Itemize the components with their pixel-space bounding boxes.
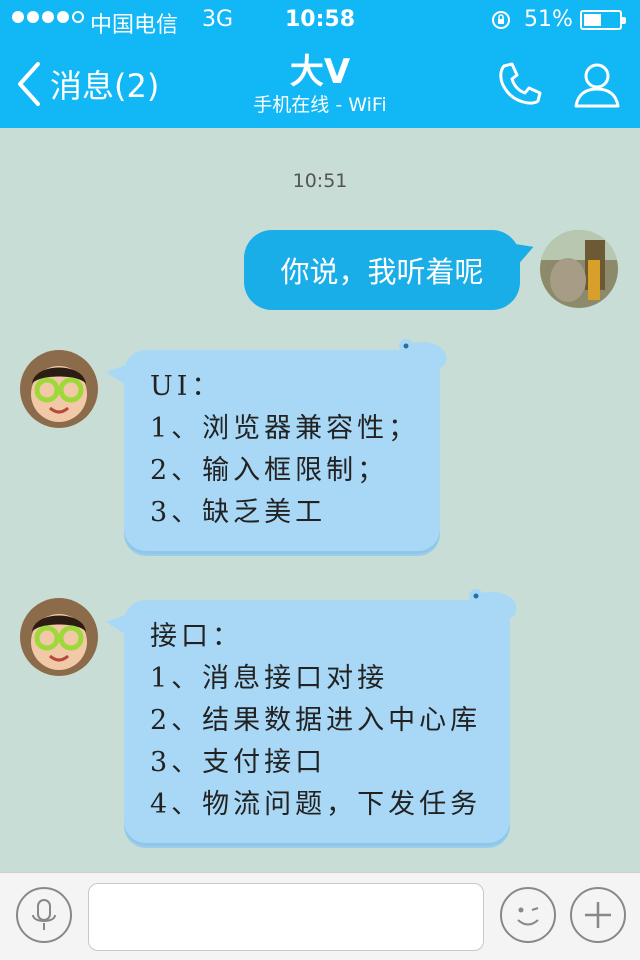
microphone-icon bbox=[32, 899, 56, 930]
plus-icon bbox=[585, 902, 611, 928]
message-line: 1、消息接口对接 bbox=[150, 663, 389, 694]
status-bar: 中国电信 3G 10:58 51% bbox=[0, 0, 640, 40]
chevron-left-icon bbox=[18, 62, 40, 106]
back-button[interactable]: 消息(2) bbox=[14, 56, 159, 112]
outgoing-message-bubble[interactable]: 你说，我听着呢 bbox=[244, 230, 537, 310]
message-input-bar bbox=[0, 872, 640, 960]
more-options-button[interactable] bbox=[570, 887, 626, 943]
emoji-icon bbox=[517, 907, 539, 926]
bubble-decoration-icon bbox=[469, 589, 517, 620]
message-text-input[interactable] bbox=[88, 883, 484, 951]
back-label: 消息(2) bbox=[50, 67, 160, 105]
profile-icon[interactable] bbox=[570, 58, 624, 112]
message-timestamp: 10:51 bbox=[292, 170, 348, 192]
emoji-button[interactable] bbox=[500, 887, 556, 943]
incoming-message-bubble[interactable]: 接口： 1、消息接口对接 2、结果数据进入中心库 3、支付接口 4、物流问题，下… bbox=[106, 589, 517, 846]
message-line: 1、浏览器兼容性； bbox=[150, 413, 420, 444]
battery-icon bbox=[580, 10, 626, 30]
message-line: 4、物流问题，下发任务 bbox=[150, 789, 482, 820]
incoming-message-bubble[interactable]: UI： 1、浏览器兼容性； 2、输入框限制； 3、缺乏美工 bbox=[106, 339, 447, 554]
bubble-decoration-icon bbox=[399, 339, 447, 370]
message-line: 2、结果数据进入中心库 bbox=[150, 705, 482, 736]
battery-percent: 51% bbox=[524, 7, 573, 32]
phone-call-icon[interactable] bbox=[492, 58, 546, 112]
contact-avatar[interactable] bbox=[20, 598, 98, 676]
contact-status: 手机在线 - WiFi bbox=[253, 94, 387, 116]
microphone-button[interactable] bbox=[16, 887, 72, 943]
my-avatar[interactable] bbox=[540, 230, 618, 308]
outgoing-message-text: 你说，我听着呢 bbox=[280, 255, 484, 289]
rotation-lock-icon bbox=[492, 11, 510, 29]
contact-name: 大V bbox=[289, 52, 351, 92]
chat-header: 消息(2) 大V 手机在线 - WiFi bbox=[0, 40, 640, 128]
message-line: 2、输入框限制； bbox=[150, 455, 389, 486]
message-line: 3、支付接口 bbox=[150, 747, 327, 778]
message-line: 3、缺乏美工 bbox=[150, 497, 327, 528]
message-line: 接口： bbox=[150, 621, 243, 652]
contact-avatar[interactable] bbox=[20, 350, 98, 428]
